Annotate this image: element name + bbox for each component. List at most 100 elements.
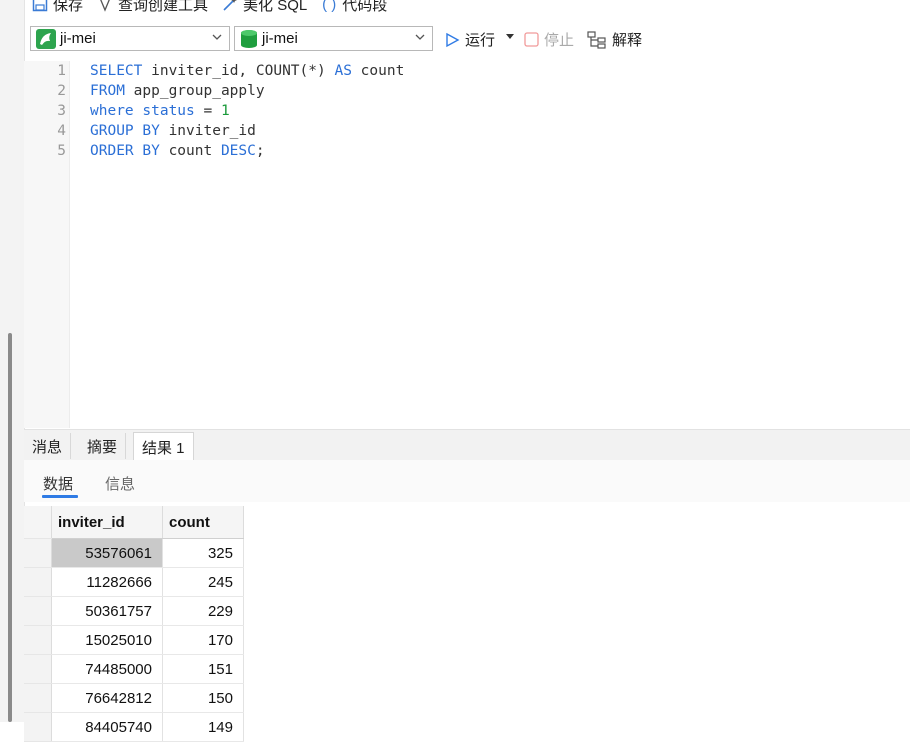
chevron-down-icon bbox=[212, 34, 222, 40]
caret-down-icon bbox=[506, 34, 514, 39]
database-value: ji-mei bbox=[262, 30, 298, 47]
cell-count[interactable]: 170 bbox=[162, 625, 244, 655]
cell-inviter-id[interactable]: 15025010 bbox=[51, 625, 163, 655]
cell-count[interactable]: 245 bbox=[162, 567, 244, 597]
database-select[interactable]: ji-mei bbox=[234, 26, 433, 51]
query-builder-button[interactable]: 查询创建工具 bbox=[97, 0, 208, 15]
top-toolbar: 保存 查询创建工具 美化 SQL ( ) 代码段 bbox=[24, 0, 910, 15]
cell-inviter-id[interactable]: 11282666 bbox=[51, 567, 163, 597]
sql-identifier: count bbox=[159, 143, 221, 159]
play-icon bbox=[446, 32, 460, 47]
tab-summary[interactable]: 摘要 bbox=[79, 433, 127, 459]
code-line[interactable]: 1 SELECT inviter_id, COUNT(*) AS count bbox=[24, 61, 404, 81]
explain-button[interactable]: 解释 bbox=[587, 29, 642, 50]
row-header[interactable] bbox=[24, 712, 52, 742]
save-label: 保存 bbox=[53, 0, 84, 14]
sql-keyword: where bbox=[90, 103, 134, 119]
sql-keyword: GROUP BY bbox=[90, 123, 160, 139]
connection-toolbar: ji-mei ji-mei 运行 停止 解释 bbox=[24, 24, 910, 56]
chevron-down-icon bbox=[415, 34, 425, 40]
tab-messages[interactable]: 消息 bbox=[24, 433, 72, 459]
run-label: 运行 bbox=[465, 32, 496, 49]
stop-label: 停止 bbox=[544, 32, 575, 49]
cell-count[interactable]: 229 bbox=[162, 596, 244, 626]
database-icon bbox=[240, 29, 258, 49]
row-header[interactable] bbox=[24, 596, 52, 626]
sql-number: 1 bbox=[220, 103, 230, 119]
row-header[interactable] bbox=[24, 538, 52, 568]
connection-select[interactable]: ji-mei bbox=[30, 26, 230, 51]
stop-button[interactable]: 停止 bbox=[524, 29, 574, 50]
run-button[interactable]: 运行 bbox=[444, 29, 495, 50]
sql-identifier: ; bbox=[255, 143, 265, 159]
vertical-scrollbar[interactable] bbox=[8, 333, 12, 722]
cell-inviter-id[interactable]: 76642812 bbox=[51, 683, 163, 713]
run-dropdown-button[interactable] bbox=[506, 34, 514, 40]
row-header[interactable] bbox=[24, 567, 52, 597]
beautify-sql-label: 美化 SQL bbox=[243, 0, 308, 14]
save-button[interactable]: 保存 bbox=[32, 0, 83, 15]
result-sub-tabs: 数据 信息 bbox=[24, 460, 910, 502]
cell-inviter-id[interactable]: 74485000 bbox=[51, 654, 163, 684]
line-number: 3 bbox=[57, 103, 66, 119]
cell-inviter-id[interactable]: 84405740 bbox=[51, 712, 163, 742]
tab-label: 摘要 bbox=[87, 438, 118, 456]
subtab-data[interactable]: 数据 bbox=[43, 473, 73, 494]
sql-identifier: inviter_id, bbox=[142, 63, 256, 79]
table-row[interactable]: 84405740 149 bbox=[24, 712, 244, 742]
column-header-count[interactable]: count bbox=[162, 506, 244, 539]
table-header-row: inviter_id count bbox=[24, 506, 244, 539]
code-text: ORDER BY count DESC; bbox=[90, 141, 265, 161]
table-row[interactable]: 74485000 151 bbox=[24, 654, 244, 684]
row-header[interactable] bbox=[24, 654, 52, 684]
sql-keyword: status bbox=[142, 103, 195, 119]
row-header[interactable] bbox=[24, 683, 52, 713]
result-table: inviter_id count 53576061 325 11282666 245 5… bbox=[24, 506, 244, 742]
stop-icon bbox=[524, 32, 539, 47]
cell-inviter-id[interactable]: 53576061 bbox=[51, 538, 163, 568]
cell-count[interactable]: 150 bbox=[162, 683, 244, 713]
code-line[interactable]: 2 FROM app_group_apply bbox=[24, 81, 264, 101]
table-row[interactable]: 15025010 170 bbox=[24, 625, 244, 655]
line-number: 5 bbox=[57, 143, 66, 159]
table-row[interactable]: 76642812 150 bbox=[24, 683, 244, 713]
left-gutter-panel bbox=[0, 0, 25, 722]
subtab-info[interactable]: 信息 bbox=[105, 473, 135, 494]
cell-inviter-id[interactable]: 50361757 bbox=[51, 596, 163, 626]
cell-count[interactable]: 151 bbox=[162, 654, 244, 684]
sql-keyword: AS bbox=[334, 63, 352, 79]
result-tab-bar: 消息 摘要 结果 1 bbox=[24, 429, 910, 461]
beautify-sql-button[interactable]: 美化 SQL bbox=[222, 0, 307, 15]
connection-value: ji-mei bbox=[60, 30, 96, 47]
query-builder-icon bbox=[97, 0, 113, 12]
tab-result-1[interactable]: 结果 1 bbox=[133, 432, 194, 461]
connection-icon bbox=[36, 28, 56, 49]
sql-identifier: inviter_id bbox=[159, 123, 256, 139]
sql-keyword: FROM bbox=[90, 83, 125, 99]
result-grid: inviter_id count 53576061 325 11282666 245 5… bbox=[24, 506, 910, 742]
subtab-label: 信息 bbox=[105, 476, 136, 493]
column-header-inviter-id[interactable]: inviter_id bbox=[51, 506, 163, 539]
explain-icon bbox=[587, 30, 606, 49]
cell-count[interactable]: 149 bbox=[162, 712, 244, 742]
code-line[interactable]: 5 ORDER BY count DESC; bbox=[24, 141, 264, 161]
query-builder-label: 查询创建工具 bbox=[118, 0, 209, 14]
code-line[interactable]: 4 GROUP BY inviter_id bbox=[24, 121, 256, 141]
table-row[interactable]: 50361757 229 bbox=[24, 596, 244, 626]
sql-editor[interactable]: 1 SELECT inviter_id, COUNT(*) AS count 2 FR… bbox=[24, 61, 910, 428]
sql-identifier: = bbox=[194, 103, 221, 119]
code-text: SELECT inviter_id, COUNT(*) AS count bbox=[90, 61, 404, 81]
code-text: FROM app_group_apply bbox=[90, 81, 265, 101]
cell-count[interactable]: 325 bbox=[162, 538, 244, 568]
sql-identifier: COUNT(*) bbox=[255, 63, 326, 79]
subtab-label: 数据 bbox=[43, 476, 74, 493]
sql-keyword: ORDER BY bbox=[90, 143, 160, 159]
code-line[interactable]: 3 where status = 1 bbox=[24, 101, 229, 121]
save-icon bbox=[32, 0, 48, 12]
table-row[interactable]: 11282666 245 bbox=[24, 567, 244, 597]
active-subtab-indicator bbox=[42, 495, 78, 498]
row-header[interactable] bbox=[24, 625, 52, 655]
sql-keyword: DESC bbox=[220, 143, 256, 159]
snippet-button[interactable]: ( ) 代码段 bbox=[321, 0, 387, 15]
table-row[interactable]: 53576061 325 bbox=[24, 538, 244, 568]
